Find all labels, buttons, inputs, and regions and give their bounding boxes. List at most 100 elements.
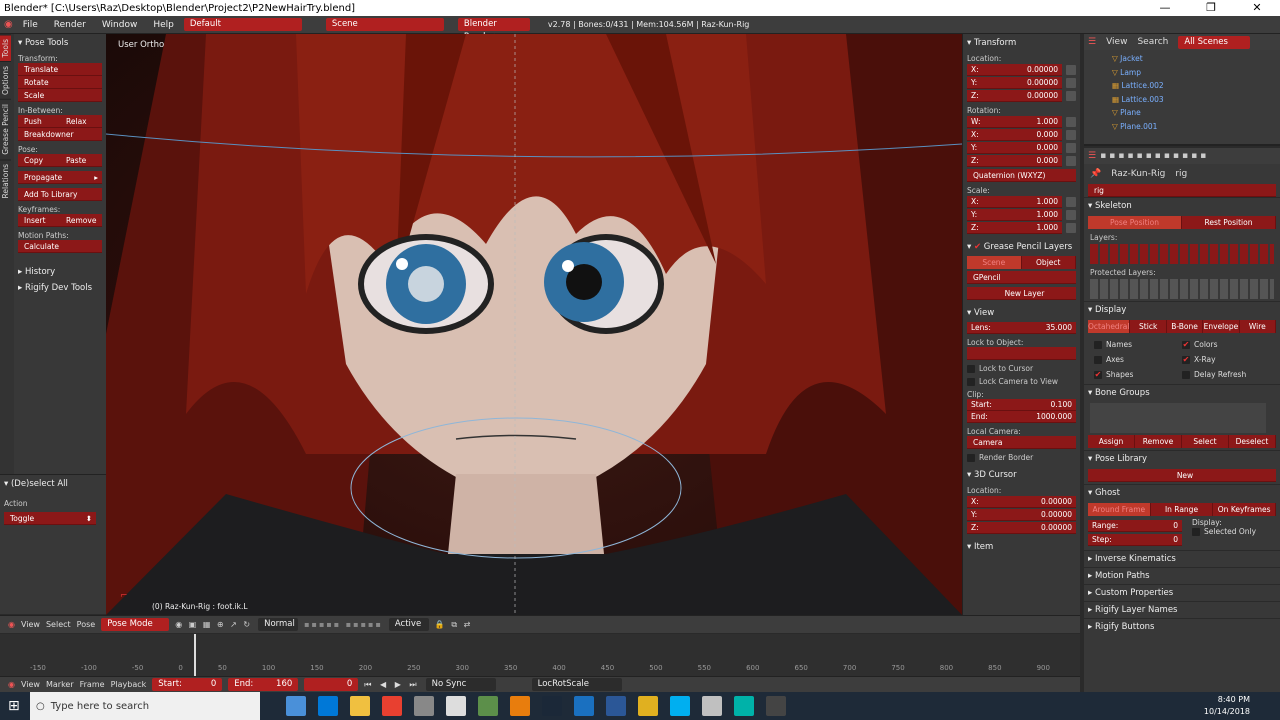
context-data[interactable]: rig — [1175, 169, 1187, 179]
operator-header[interactable]: ▾ (De)select All — [4, 477, 102, 491]
properties-context-tabs[interactable]: ☰ ▪▪▪▪▪▪▪▪▪▪▪▪ — [1084, 148, 1280, 164]
current-frame-field[interactable]: 0 — [304, 678, 359, 691]
lock-icon[interactable] — [1066, 116, 1076, 127]
outliner-item[interactable]: ▽ Lamp — [1112, 66, 1280, 80]
mode-select[interactable]: Pose Mode — [101, 618, 170, 631]
selected-only-checkbox[interactable]: Selected Only — [1192, 527, 1276, 536]
pose-tools-header[interactable]: ▾ Pose Tools — [18, 36, 102, 50]
outliner-item[interactable]: ▽ Jacket — [1112, 52, 1280, 66]
pose-menu[interactable]: Pose — [77, 620, 96, 629]
lock-icon[interactable] — [1066, 129, 1076, 140]
remove-button[interactable]: Remove — [1135, 435, 1182, 448]
lock-icon[interactable] — [1066, 90, 1076, 101]
axes-checkbox[interactable]: Axes — [1094, 352, 1182, 367]
app-icon[interactable] — [606, 696, 626, 716]
timeline-frame-menu[interactable]: Frame — [80, 680, 105, 689]
grease-pencil-layers-header[interactable]: ▾ ✔ Grease Pencil Layers — [967, 240, 1076, 254]
app-icon[interactable] — [702, 696, 722, 716]
ghost-panel-header[interactable]: ▾ Ghost — [1084, 484, 1280, 501]
render-engine-select[interactable]: Blender Render — [457, 18, 530, 42]
lens-field[interactable]: Lens: 35.000 — [967, 322, 1076, 334]
rot-w-row[interactable]: W: 1.000 — [967, 115, 1076, 128]
cursor-z-row[interactable]: Z: 0.00000 — [967, 521, 1076, 534]
view-panel-header[interactable]: ▾ View — [967, 306, 1076, 320]
timeline-area[interactable]: -150 -100 -50 0 50 100 150 200 250 300 3… — [0, 634, 1080, 678]
tab-grease-pencil[interactable]: Grease Pencil — [0, 99, 11, 160]
lock-camera-checkbox[interactable]: Lock Camera to View — [967, 377, 1076, 386]
display-stick[interactable]: Stick — [1130, 320, 1167, 333]
system-clock[interactable]: 8:40 PM 10/14/2018 — [1204, 694, 1250, 718]
ik-panel-header[interactable]: ▸ Inverse Kinematics — [1084, 550, 1280, 567]
layer-buttons[interactable]: ▪▪▪▪▪ ▪▪▪▪▪ — [304, 620, 383, 629]
outliner-filter-select[interactable]: All Scenes — [1178, 35, 1251, 49]
app-icon[interactable] — [766, 696, 786, 716]
push-button[interactable]: Push — [18, 115, 60, 128]
screen-layout-select[interactable]: Default — [183, 18, 302, 31]
lock-icon[interactable] — [1066, 196, 1076, 207]
chrome-icon[interactable] — [382, 696, 402, 716]
outliner-item[interactable]: ▦ Lattice.002 — [1112, 79, 1280, 93]
select-button[interactable]: Select — [1182, 435, 1229, 448]
ghost-on-keyframes[interactable]: On Keyframes — [1213, 503, 1277, 516]
display-wire[interactable]: Wire — [1239, 320, 1277, 333]
local-camera-field[interactable]: Camera — [967, 436, 1076, 449]
editor-type-icon[interactable]: ◉ — [4, 19, 13, 30]
outliner-item[interactable]: ▦ Lattice.003 — [1112, 93, 1280, 107]
rigify-buttons-header[interactable]: ▸ Rigify Buttons — [1084, 618, 1280, 635]
view-menu[interactable]: View — [21, 620, 40, 629]
outliner-menu-search[interactable]: Search — [1137, 37, 1168, 47]
scale-x-row[interactable]: X: 1.000 — [967, 195, 1076, 208]
pose-position-button[interactable]: Pose Position — [1088, 216, 1182, 229]
clip-end-field[interactable]: End: 1000.000 — [967, 411, 1076, 423]
outliner-menu-view[interactable]: View — [1106, 37, 1127, 47]
tab-tools[interactable]: Tools — [0, 34, 11, 62]
playhead[interactable] — [194, 634, 196, 678]
keying-set-select[interactable]: LocRotScale — [531, 678, 622, 691]
start-frame-field[interactable]: Start: 0 — [152, 678, 223, 691]
menu-help[interactable]: Help — [147, 20, 180, 30]
outliner-item[interactable]: ▽ Plane — [1112, 106, 1280, 120]
menu-render[interactable]: Render — [48, 20, 92, 30]
timeline-marker-menu[interactable]: Marker — [46, 680, 74, 689]
insert-keyframe-button[interactable]: Insert — [18, 214, 60, 227]
menu-window[interactable]: Window — [96, 20, 144, 30]
bone-layers-grid[interactable] — [1090, 244, 1274, 264]
custom-properties-panel-header[interactable]: ▸ Custom Properties — [1084, 584, 1280, 601]
gp-object-button[interactable]: Object — [1021, 256, 1076, 269]
3d-viewport[interactable]: User Ortho (0) Raz-Kun-Rig : foot.ik.L ⌐ — [106, 34, 962, 615]
scene-select[interactable]: Scene — [325, 18, 444, 31]
tab-relations[interactable]: Relations — [0, 159, 11, 203]
relax-button[interactable]: Relax — [60, 115, 102, 128]
ghost-in-range[interactable]: In Range — [1150, 503, 1214, 516]
ghost-step-field[interactable]: Step: 0 — [1088, 534, 1182, 546]
playback-controls[interactable]: ⏮ ◀ ▶ ⏭ — [364, 680, 419, 690]
breakdowner-button[interactable]: Breakdowner — [18, 128, 102, 141]
item-panel-header[interactable]: ▾ Item — [967, 540, 1076, 554]
loc-z-row[interactable]: Z: 0.00000 — [967, 89, 1076, 102]
transform-panel-header[interactable]: ▾ Transform — [967, 36, 1076, 50]
timeline-view-menu[interactable]: View — [21, 680, 40, 689]
clip-start-field[interactable]: Start: 0.100 — [967, 399, 1076, 411]
shapes-checkbox[interactable]: ✔ Shapes — [1094, 367, 1182, 382]
editor-type-icon[interactable]: ◉ — [8, 620, 15, 629]
colors-checkbox[interactable]: ✔ Colors — [1182, 337, 1270, 352]
explorer-icon[interactable] — [350, 696, 370, 716]
rest-position-button[interactable]: Rest Position — [1182, 216, 1276, 229]
history-panel[interactable]: ▸ History — [18, 265, 102, 279]
pin-icon[interactable]: 📌 — [1090, 169, 1101, 179]
motion-paths-panel-header[interactable]: ▸ Motion Paths — [1084, 567, 1280, 584]
add-to-library-button[interactable]: Add To Library — [18, 188, 102, 201]
rot-x-row[interactable]: X: 0.000 — [967, 128, 1076, 141]
viewport-shading-icons[interactable]: ◉ ▣ ▦ ⊕ ↗ ↻ — [175, 620, 252, 629]
minimize-button[interactable]: — — [1142, 0, 1188, 16]
tab-options[interactable]: Options — [0, 61, 11, 100]
app-icon[interactable] — [574, 696, 594, 716]
remove-keyframe-button[interactable]: Remove — [60, 214, 102, 227]
gp-scene-button[interactable]: Scene — [967, 256, 1022, 269]
select-menu[interactable]: Select — [46, 620, 71, 629]
deselect-button[interactable]: Deselect — [1229, 435, 1276, 448]
loc-y-row[interactable]: Y: 0.00000 — [967, 76, 1076, 89]
blender-icon[interactable] — [510, 696, 530, 716]
orientation-select[interactable]: Normal — [258, 618, 299, 631]
display-panel-header[interactable]: ▾ Display — [1084, 301, 1280, 318]
